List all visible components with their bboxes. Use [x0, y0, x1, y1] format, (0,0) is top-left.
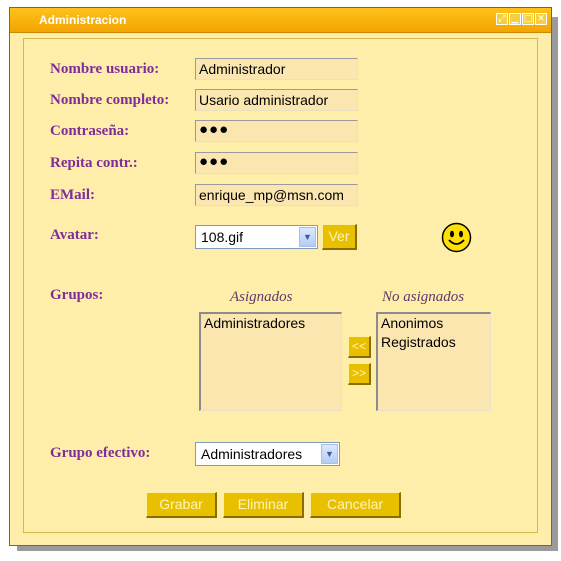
fullname-input[interactable]: Usario administrador — [195, 89, 358, 111]
delete-button[interactable]: Eliminar — [223, 492, 304, 518]
chevron-down-icon[interactable]: ▼ — [321, 444, 338, 464]
assigned-header: Asignados — [230, 289, 293, 305]
effective-group-value: Administradores — [201, 446, 303, 462]
close-icon[interactable]: ✕ — [535, 13, 547, 25]
username-label: Nombre usuario: — [50, 61, 160, 77]
groups-label: Grupos: — [50, 287, 104, 303]
password-input[interactable]: ●●● — [195, 120, 358, 142]
unassigned-header: No asignados — [382, 289, 465, 305]
add-group-button[interactable]: << — [348, 336, 371, 358]
title-bar[interactable]: Administracion ⤢ ▁ □ ✕ — [10, 8, 551, 33]
email-label: EMail: — [50, 187, 95, 203]
effective-group-label: Grupo efectivo: — [50, 445, 151, 461]
maximize-icon[interactable]: □ — [522, 13, 534, 25]
window-controls: ⤢ ▁ □ ✕ — [496, 13, 547, 25]
smiley-face-icon — [441, 222, 472, 253]
restore-icon[interactable]: ⤢ — [496, 13, 508, 25]
window-title: Administracion — [39, 13, 127, 27]
unassigned-groups-list[interactable]: Anonimos Registrados — [376, 312, 491, 411]
list-item[interactable]: Administradores — [201, 314, 341, 333]
minimize-icon[interactable]: ▁ — [509, 13, 521, 25]
email-input[interactable]: enrique_mp@msn.com — [195, 184, 358, 206]
assigned-groups-list[interactable]: Administradores — [199, 312, 342, 411]
username-input[interactable]: Administrador — [195, 58, 358, 80]
remove-group-button[interactable]: >> — [348, 363, 371, 385]
list-item[interactable]: Registrados — [378, 333, 490, 352]
password-label: Contraseña: — [50, 123, 130, 139]
cancel-button[interactable]: Cancelar — [310, 492, 401, 518]
password-repeat-input[interactable]: ●●● — [195, 152, 358, 174]
avatar-select-value: 108.gif — [201, 229, 244, 245]
chevron-down-icon[interactable]: ▼ — [299, 227, 316, 247]
avatar-select[interactable]: 108.gif ▼ — [195, 225, 318, 249]
password-repeat-label: Repita contr.: — [50, 155, 138, 171]
view-avatar-button[interactable]: Ver — [322, 224, 357, 250]
effective-group-select[interactable]: Administradores ▼ — [195, 442, 340, 466]
avatar-label: Avatar: — [50, 227, 99, 243]
list-item[interactable]: Anonimos — [378, 314, 490, 333]
save-button[interactable]: Grabar — [146, 492, 217, 518]
fullname-label: Nombre completo: — [50, 92, 170, 108]
